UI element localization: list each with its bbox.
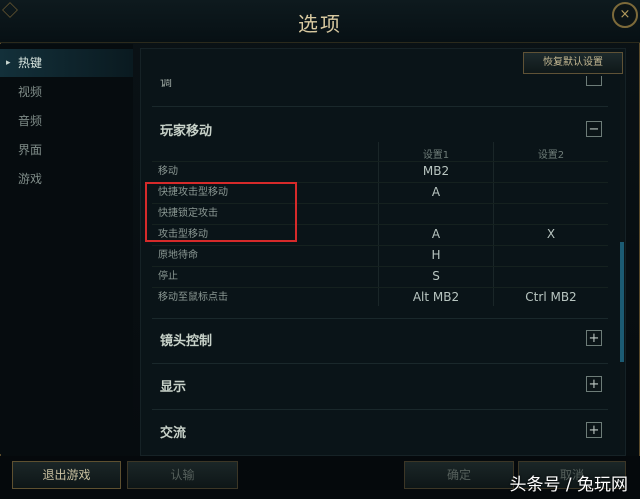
- window-title: 选项: [298, 12, 342, 36]
- section-title-player-movement: 玩家移动: [160, 124, 213, 139]
- section-title-display: 显示: [160, 380, 187, 395]
- sidebar-item-video[interactable]: 视频: [0, 78, 133, 106]
- expand-toggle-communication[interactable]: +: [586, 422, 602, 438]
- expand-toggle-camera[interactable]: +: [586, 330, 602, 346]
- row-label: 原地待命: [158, 250, 198, 261]
- column-header-setting2: 设置2: [537, 150, 565, 161]
- sidebar-item-label: 界面: [18, 143, 43, 157]
- keybind-slot-1[interactable]: S: [381, 266, 491, 287]
- sidebar-item-game[interactable]: 游戏: [0, 165, 133, 193]
- sidebar-item-audio[interactable]: 音频: [0, 107, 133, 135]
- restore-defaults-button[interactable]: 恢复默认设置: [523, 52, 623, 74]
- collapse-toggle-partial[interactable]: [586, 76, 602, 86]
- row-label: 移动: [158, 166, 178, 177]
- row-label: 攻击型移动: [158, 229, 208, 240]
- row-label: 移动至鼠标点击: [158, 292, 228, 303]
- table-row[interactable]: [152, 266, 608, 288]
- sidebar-item-label: 热键: [18, 56, 43, 70]
- surrender-button[interactable]: 认输: [127, 461, 238, 489]
- close-button[interactable]: ×: [612, 2, 638, 28]
- title-bar: 选项 ×: [0, 0, 640, 43]
- column-header-setting1: 设置1: [422, 150, 450, 161]
- table-row[interactable]: [152, 203, 608, 225]
- scrollbar-thumb[interactable]: [620, 242, 624, 362]
- sidebar-item-label: 音频: [18, 114, 43, 128]
- keybind-slot-1[interactable]: Alt MB2: [381, 287, 491, 308]
- section-divider: [152, 318, 608, 319]
- row-label: 停止: [158, 271, 178, 282]
- sidebar-item-interface[interactable]: 界面: [0, 136, 133, 164]
- section-divider: [152, 409, 608, 410]
- section-title-camera: 镜头控制: [160, 334, 213, 349]
- row-label: 快捷锁定攻击: [158, 208, 218, 219]
- section-divider: [152, 106, 608, 107]
- section-divider: [152, 363, 608, 364]
- table-row[interactable]: [152, 161, 608, 183]
- watermark-text: 头条号 / 兔玩网: [509, 475, 628, 495]
- exit-game-button[interactable]: 退出游戏: [12, 461, 121, 489]
- table-row[interactable]: [152, 245, 608, 267]
- expand-toggle-display[interactable]: +: [586, 376, 602, 392]
- ok-button[interactable]: 确定: [404, 461, 514, 489]
- collapse-toggle-player-movement[interactable]: −: [586, 121, 602, 137]
- sidebar-item-label: 游戏: [18, 172, 43, 186]
- section-title-partial: 调: [160, 79, 173, 87]
- caret-right-icon: ▸: [6, 58, 11, 68]
- keybind-slot-1[interactable]: H: [381, 245, 491, 266]
- sidebar-item-label: 视频: [18, 85, 43, 99]
- sidebar-item-hotkeys[interactable]: ▸ 热键: [0, 49, 133, 77]
- keybind-slot-1[interactable]: A: [381, 182, 491, 203]
- row-label: 快捷攻击型移动: [158, 187, 228, 198]
- section-title-communication: 交流: [160, 426, 187, 441]
- sidebar: ▸ 热键 视频 音频 界面 游戏: [0, 44, 133, 454]
- keybind-slot-2[interactable]: Ctrl MB2: [496, 287, 606, 308]
- keybind-slot-1[interactable]: MB2: [381, 161, 491, 182]
- keybind-slot-1[interactable]: A: [381, 224, 491, 245]
- keybind-slot-2[interactable]: X: [496, 224, 606, 245]
